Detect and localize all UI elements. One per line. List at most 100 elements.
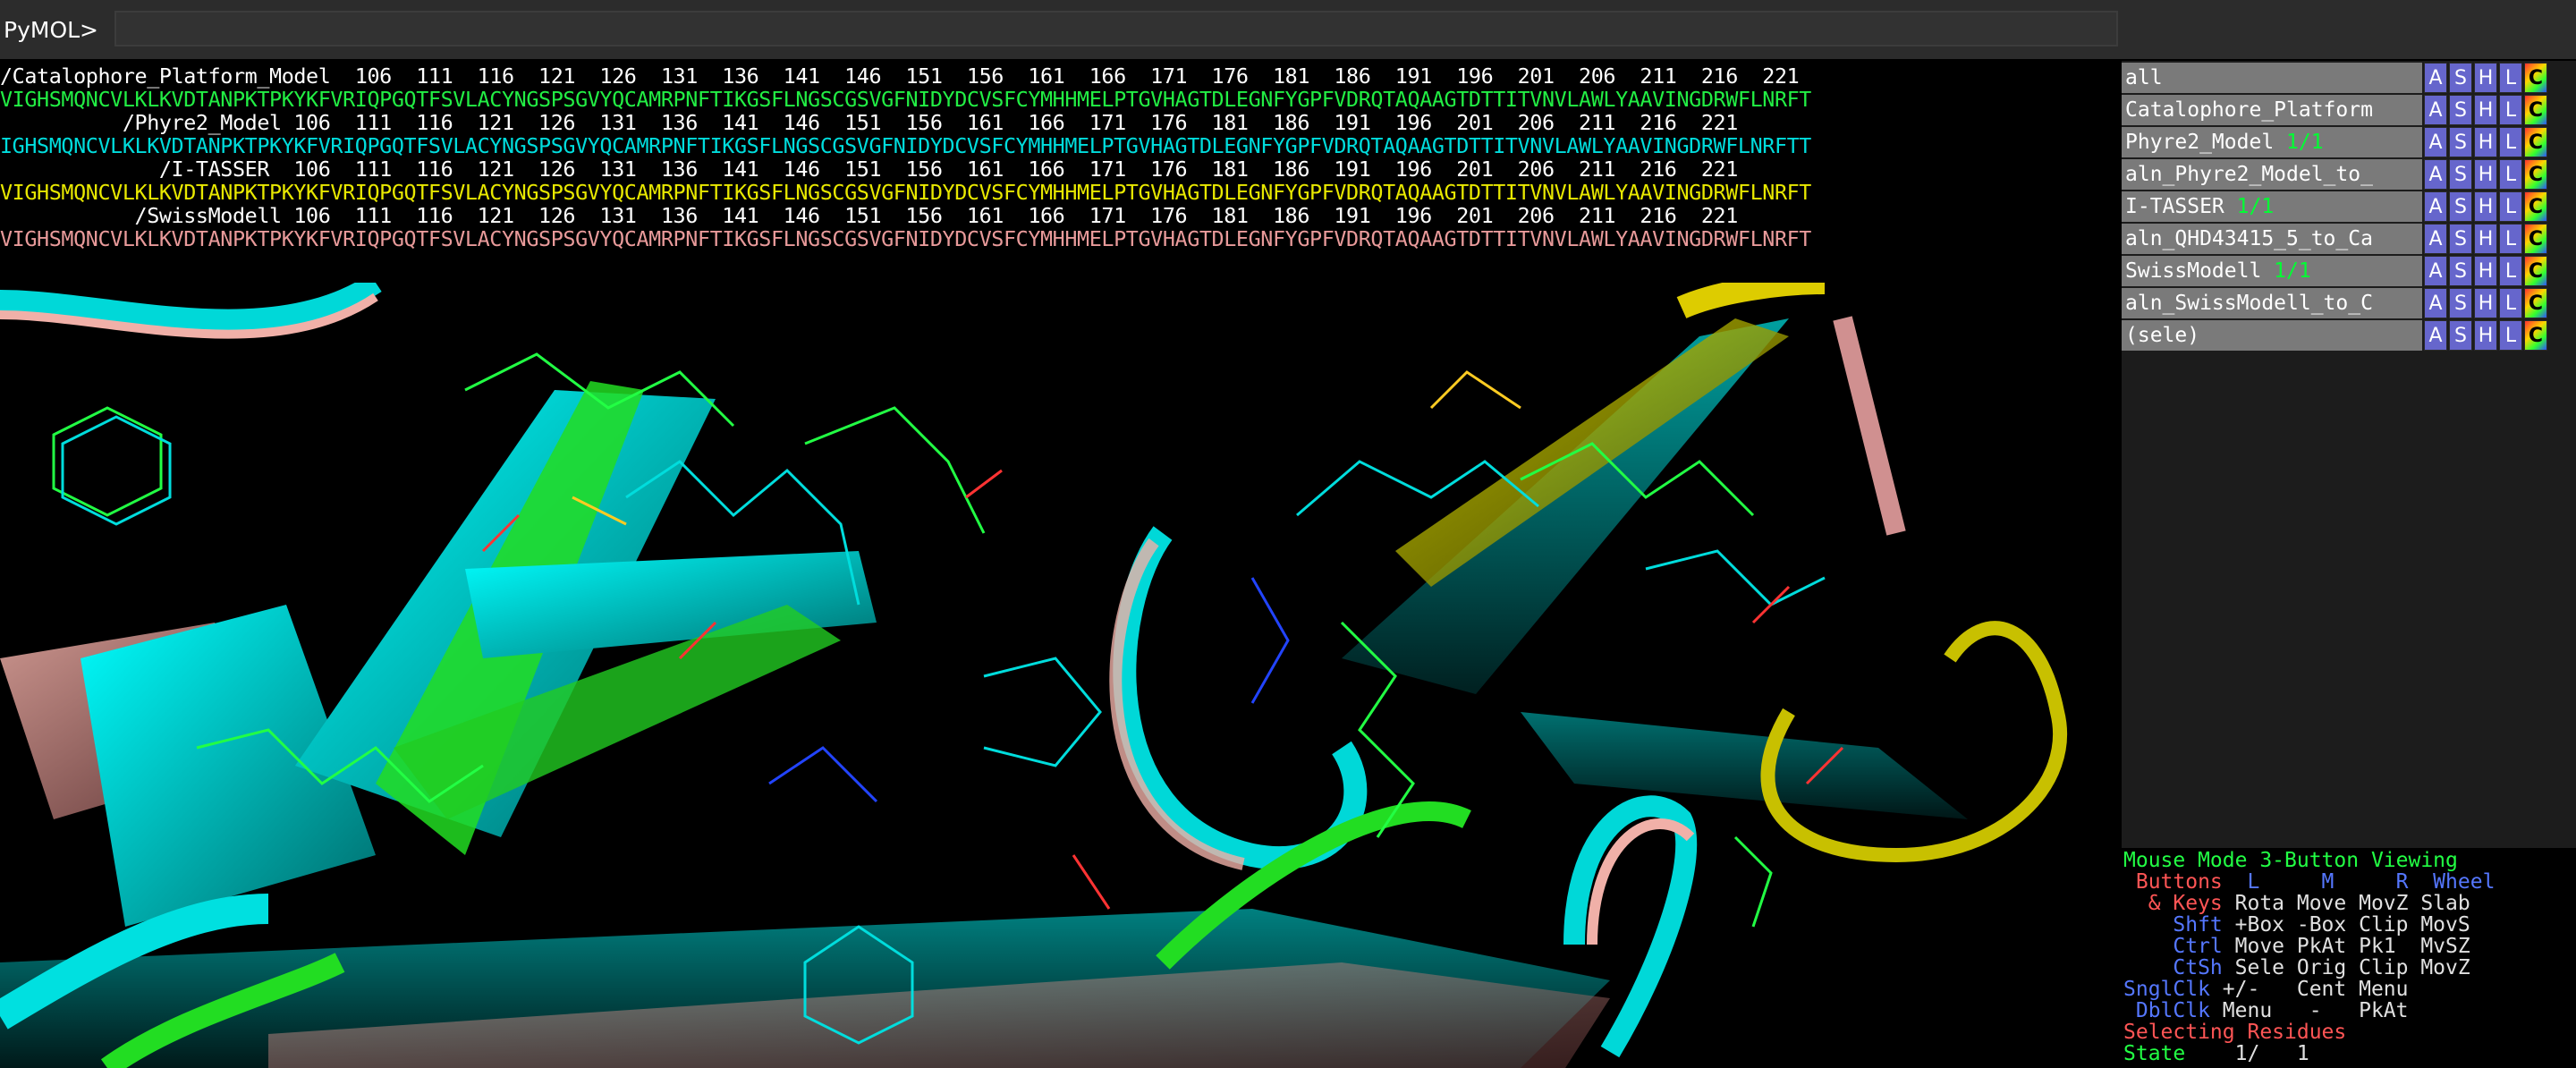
object-s-button[interactable]: S (2449, 288, 2472, 318)
object-panel: all A S H L C Catalophore_Platform A S H L C Phyre2_… (2122, 61, 2576, 848)
object-row[interactable]: (sele) A S H L C (2122, 320, 2576, 351)
object-l-button[interactable]: L (2499, 127, 2522, 157)
object-a-button[interactable]: A (2424, 63, 2447, 93)
object-s-button[interactable]: S (2449, 320, 2472, 351)
object-name-label: I-TASSER (2125, 195, 2237, 218)
object-name-button[interactable]: (sele) (2122, 320, 2422, 351)
object-c-button[interactable]: C (2524, 224, 2547, 254)
object-l-button[interactable]: L (2499, 159, 2522, 190)
object-l-button[interactable]: L (2499, 95, 2522, 125)
object-state-label: 1/1 (2286, 131, 2324, 154)
mouse-buttons-row: Buttons L M R Wheel (2123, 870, 2496, 894)
object-row[interactable]: all A S H L C (2122, 63, 2576, 93)
object-row[interactable]: aln_SwissModell_to_C A S H L C (2122, 288, 2576, 318)
seq-line-itasser[interactable]: VIGHSMQNCVLKLKVDTANPKTPKYKFVRIQPGQTFSVLA… (0, 181, 1811, 204)
object-h-button[interactable]: H (2474, 95, 2497, 125)
command-bar: PyMOL> (0, 0, 2576, 59)
object-s-button[interactable]: S (2449, 127, 2472, 157)
object-name-label: aln_SwissModell_to_C (2125, 292, 2373, 315)
object-name-button[interactable]: Catalophore_Platform (2122, 95, 2422, 125)
mouse-dbl-row: DblClk Menu - PkAt (2123, 999, 2409, 1022)
seq-header-phyre2: /Phyre2_Model 106 111 116 121 126 131 13… (0, 110, 1738, 135)
object-c-button[interactable]: C (2524, 159, 2547, 190)
object-s-button[interactable]: S (2449, 256, 2472, 286)
protein-structure-render[interactable] (0, 283, 2120, 1068)
object-a-button[interactable]: A (2424, 320, 2447, 351)
object-name-label: aln_Phyre2_Model_to_ (2125, 163, 2373, 186)
object-name-button[interactable]: all (2122, 63, 2422, 93)
mouse-sngl-row: SnglClk +/- Cent Menu (2123, 978, 2409, 1001)
seq-line-phyre2[interactable]: IGHSMQNCVLKLKVDTANPKTPKYKFVRIQPGQTFSVLAC… (0, 134, 1811, 157)
object-a-button[interactable]: A (2424, 95, 2447, 125)
object-name-label: (sele) (2125, 324, 2200, 347)
object-a-button[interactable]: A (2424, 159, 2447, 190)
object-row[interactable]: I-TASSER 1/1 A S H L C (2122, 191, 2576, 222)
object-name-label: all (2125, 66, 2163, 89)
object-name-label: Catalophore_Platform (2125, 98, 2373, 122)
object-c-button[interactable]: C (2524, 127, 2547, 157)
object-name-button[interactable]: aln_Phyre2_Model_to_ (2122, 159, 2422, 190)
object-row[interactable]: aln_Phyre2_Model_to_ A S H L C (2122, 159, 2576, 190)
object-a-button[interactable]: A (2424, 224, 2447, 254)
seq-header-itasser: /I-TASSER 106 111 116 121 126 131 136 14… (0, 157, 1738, 182)
object-h-button[interactable]: H (2474, 224, 2497, 254)
mouse-ctsh-row: CtSh Sele Orig Clip MovZ (2123, 956, 2470, 979)
object-state-label: 1/1 (2236, 195, 2275, 218)
object-c-button[interactable]: C (2524, 256, 2547, 286)
seq-line-catalophore[interactable]: VIGHSMQNCVLKLKVDTANPKTPKYKFVRIQPGQTFSVLA… (0, 88, 1811, 111)
molecular-viewport[interactable] (0, 283, 2120, 1068)
seq-header-swissmodell: /SwissModell 106 111 116 121 126 131 136… (0, 203, 1739, 228)
object-name-label: Phyre2_Model (2125, 131, 2287, 154)
object-h-button[interactable]: H (2474, 159, 2497, 190)
object-name-button[interactable]: I-TASSER 1/1 (2122, 191, 2422, 222)
seq-header-catalophore: /Catalophore_Platform_Model 106 111 116 … (0, 64, 1800, 89)
object-h-button[interactable]: H (2474, 191, 2497, 222)
mouse-keys-row: & Keys Rota Move MovZ Slab (2123, 892, 2470, 915)
object-l-button[interactable]: L (2499, 191, 2522, 222)
object-name-label: aln_QHD43415_5_to_Ca (2125, 227, 2373, 250)
object-name-button[interactable]: aln_SwissModell_to_C (2122, 288, 2422, 318)
object-h-button[interactable]: H (2474, 256, 2497, 286)
object-s-button[interactable]: S (2449, 224, 2472, 254)
object-a-button[interactable]: A (2424, 191, 2447, 222)
object-h-button[interactable]: H (2474, 63, 2497, 93)
object-h-button[interactable]: H (2474, 288, 2497, 318)
object-l-button[interactable]: L (2499, 63, 2522, 93)
object-a-button[interactable]: A (2424, 256, 2447, 286)
mouse-mode-panel: Mouse Mode 3-Button Viewing Buttons L M … (2122, 848, 2576, 1068)
object-s-button[interactable]: S (2449, 191, 2472, 222)
object-c-button[interactable]: C (2524, 95, 2547, 125)
object-name-button[interactable]: SwissModell 1/1 (2122, 256, 2422, 286)
object-l-button[interactable]: L (2499, 320, 2522, 351)
object-name-button[interactable]: Phyre2_Model 1/1 (2122, 127, 2422, 157)
mouse-ctrl-row: Ctrl Move PkAt Pk1 MvSZ (2123, 935, 2470, 958)
object-c-button[interactable]: C (2524, 288, 2547, 318)
command-input[interactable] (114, 11, 2118, 47)
object-row[interactable]: SwissModell 1/1 A S H L C (2122, 256, 2576, 286)
object-c-button[interactable]: C (2524, 63, 2547, 93)
object-l-button[interactable]: L (2499, 256, 2522, 286)
sequence-viewer[interactable]: /Catalophore_Platform_Model 106 111 116 … (0, 61, 2120, 281)
mouse-shft-row: Shft +Box -Box Clip MovS (2123, 913, 2470, 937)
selecting-mode[interactable]: Selecting Residues (2123, 1021, 2346, 1043)
object-c-button[interactable]: C (2524, 191, 2547, 222)
object-a-button[interactable]: A (2424, 127, 2447, 157)
object-a-button[interactable]: A (2424, 288, 2447, 318)
seq-line-swissmodell[interactable]: VIGHSMQNCVLKLKVDTANPKTPKYKFVRIQPGQTFSVLA… (0, 227, 1811, 250)
command-prompt: PyMOL> (4, 17, 98, 43)
state-row: State 1/ 1 (2123, 1042, 2309, 1065)
object-name-button[interactable]: aln_QHD43415_5_to_Ca (2122, 224, 2422, 254)
object-s-button[interactable]: S (2449, 95, 2472, 125)
object-s-button[interactable]: S (2449, 159, 2472, 190)
object-s-button[interactable]: S (2449, 63, 2472, 93)
object-c-button[interactable]: C (2524, 320, 2547, 351)
object-h-button[interactable]: H (2474, 320, 2497, 351)
object-row[interactable]: aln_QHD43415_5_to_Ca A S H L C (2122, 224, 2576, 254)
object-row[interactable]: Catalophore_Platform A S H L C (2122, 95, 2576, 125)
object-l-button[interactable]: L (2499, 224, 2522, 254)
object-l-button[interactable]: L (2499, 288, 2522, 318)
mouse-mode-title: Mouse Mode 3-Button Viewing (2123, 849, 2458, 872)
object-name-label: SwissModell (2125, 259, 2275, 283)
object-row[interactable]: Phyre2_Model 1/1 A S H L C (2122, 127, 2576, 157)
object-h-button[interactable]: H (2474, 127, 2497, 157)
